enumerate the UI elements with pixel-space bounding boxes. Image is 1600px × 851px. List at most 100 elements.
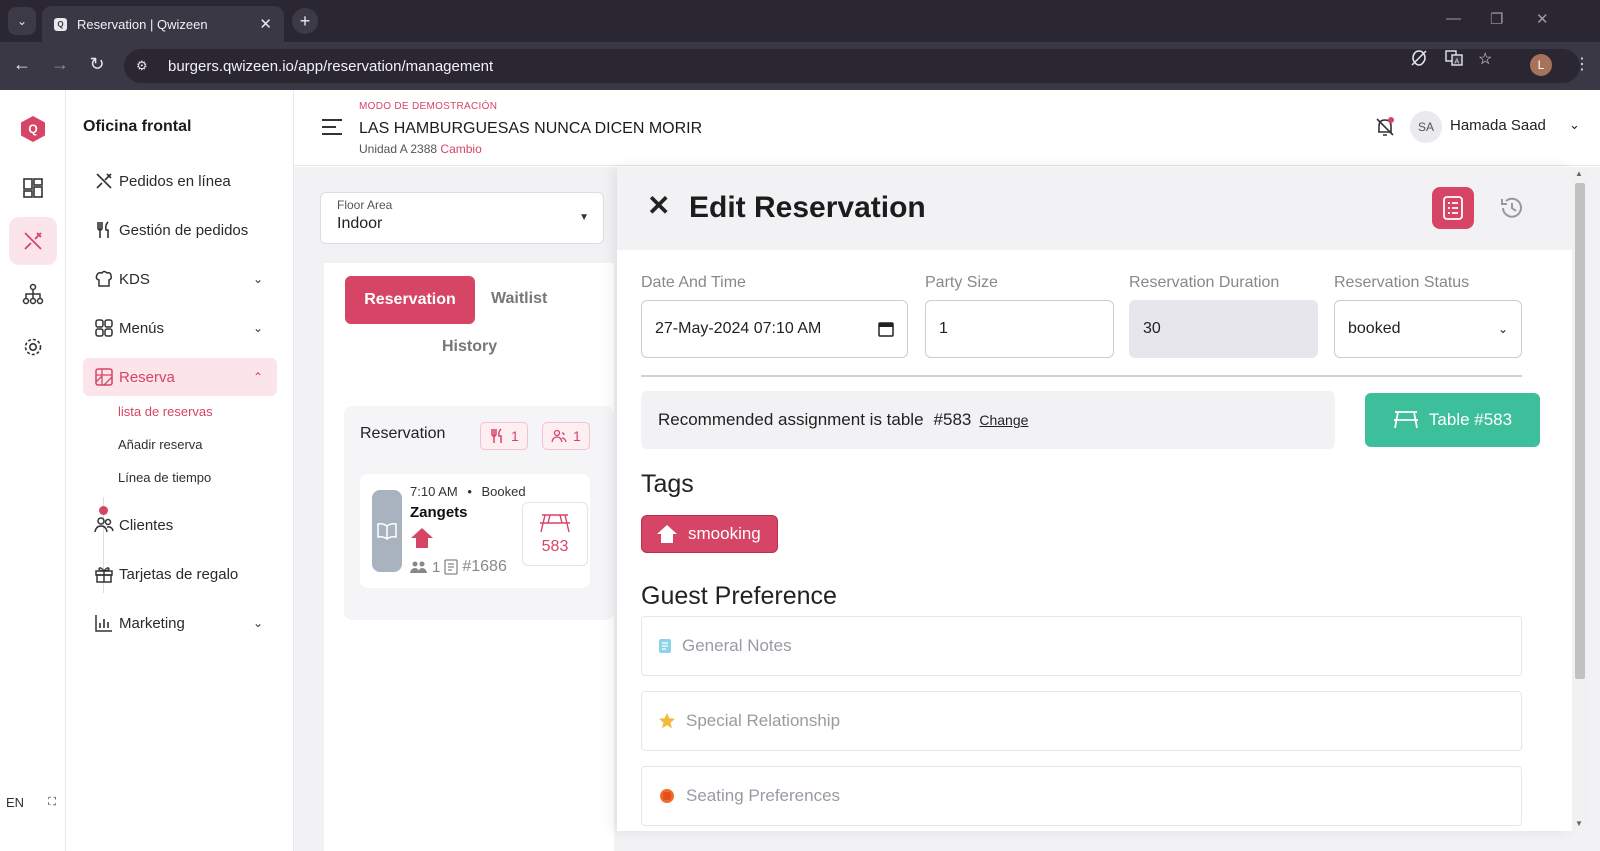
submenu-reservation-list[interactable]: lista de reservas — [118, 404, 213, 419]
app-logo[interactable]: Q — [21, 116, 45, 142]
tab-reservation[interactable]: Reservation — [345, 276, 475, 324]
table-button-label: Table #583 — [1428, 410, 1513, 429]
rail-hierarchy-icon[interactable] — [9, 270, 57, 318]
floor-area-label: Floor Area — [337, 198, 393, 212]
tab-close-icon[interactable]: ✕ — [259, 15, 272, 33]
rail-settings-icon[interactable] — [9, 323, 57, 371]
reservation-time-line: 7:10 AM • Booked — [410, 484, 526, 499]
house-icon — [657, 525, 677, 543]
tab-history[interactable]: History — [442, 338, 497, 356]
chevron-down-icon: ⌄ — [252, 272, 263, 286]
scroll-down-icon[interactable]: ▼ — [1575, 819, 1583, 828]
tab-waitlist[interactable]: Waitlist — [491, 290, 547, 308]
date-time-input[interactable]: 27-May-2024 07:10 AM — [641, 300, 908, 358]
reservation-item[interactable]: 7:10 AM • Booked Zangets 1 #1686 583 — [360, 474, 590, 588]
change-table-link[interactable]: Change — [979, 412, 1028, 428]
menu-toggle-icon[interactable] — [322, 119, 342, 140]
sidebar-item-kds[interactable]: KDS ⌄ — [83, 260, 277, 298]
status-select[interactable]: booked ⌄ — [1334, 300, 1522, 358]
forward-icon[interactable]: → — [48, 54, 72, 75]
user-name[interactable]: Hamada Saad — [1450, 117, 1546, 134]
site-info-icon[interactable]: ⚙ — [136, 58, 156, 74]
grid-icon — [93, 317, 115, 339]
window-close-icon[interactable]: ✕ — [1536, 10, 1549, 28]
translate-icon[interactable]: A — [1445, 49, 1463, 72]
app-header: MODO DE DEMOSTRACIÓN LAS HAMBURGUESAS NU… — [294, 90, 1600, 166]
submenu-timeline[interactable]: Línea de tiempo — [118, 470, 211, 485]
svg-text:A: A — [1455, 59, 1460, 66]
pref-seating[interactable]: Seating Preferences — [641, 766, 1522, 826]
bookmark-star-icon[interactable]: ☆ — [1478, 49, 1492, 69]
sidebar-item-reservation[interactable]: Reserva ⌃ — [83, 358, 277, 396]
language-switcher[interactable]: EN ⛶ — [6, 790, 56, 814]
reservation-time: 7:10 AM — [410, 484, 458, 499]
tag-label: smooking — [688, 524, 761, 543]
sidebar-title: Oficina frontal — [83, 118, 192, 135]
chevron-down-icon: ⌄ — [252, 616, 263, 630]
drawer-scrollbar[interactable]: ▲ ▼ — [1572, 167, 1588, 831]
sidebar-item-marketing[interactable]: Marketing ⌄ — [83, 604, 277, 642]
party-count: 1 — [432, 558, 441, 576]
recommended-table: #583 — [933, 410, 972, 429]
sidebar-item-gift-cards[interactable]: Tarjetas de regalo — [83, 555, 277, 593]
notifications-off-icon[interactable] — [1374, 116, 1396, 138]
sidebar-item-order-management[interactable]: Gestión de pedidos — [83, 211, 277, 249]
seat-icon — [660, 789, 674, 803]
scroll-up-icon[interactable]: ▲ — [1575, 169, 1583, 178]
users-icon — [93, 514, 115, 536]
sidebar-item-label: Gestión de pedidos — [119, 221, 249, 239]
scroll-thumb[interactable] — [1575, 183, 1585, 679]
chevron-up-icon: ⌃ — [252, 370, 263, 384]
minimize-icon[interactable]: — — [1446, 10, 1461, 27]
tag-smoking[interactable]: smooking — [641, 515, 778, 553]
close-icon[interactable]: ✕ — [647, 189, 670, 222]
calendar-icon[interactable] — [878, 321, 894, 337]
address-bar[interactable]: ⚙ burgers.qwizeen.io/app/reservation/man… — [124, 49, 1580, 83]
table-number: 583 — [541, 538, 569, 555]
party-size-value: 1 — [939, 320, 948, 337]
history-view-button[interactable] — [1495, 191, 1529, 225]
submenu-add-reservation[interactable]: Añadir reserva — [118, 437, 203, 452]
pref-label: Special Relationship — [686, 711, 841, 730]
pref-general-notes[interactable]: General Notes — [641, 616, 1522, 676]
unit-label: Unidad A 2388 — [359, 142, 438, 156]
rail-dashboard-icon[interactable] — [9, 164, 57, 212]
floor-area-value: Indoor — [337, 215, 383, 232]
pref-label: General Notes — [682, 636, 792, 655]
party-size-input[interactable]: 1 — [925, 300, 1114, 358]
rail-frontoffice-icon[interactable] — [9, 217, 57, 265]
browser-menu-icon[interactable]: ⋮ — [1574, 54, 1590, 74]
tab-search-button[interactable]: ⌄ — [8, 7, 36, 35]
details-view-button[interactable] — [1432, 187, 1474, 229]
reload-icon[interactable]: ↻ — [85, 54, 109, 75]
recommendation-text: Recommended assignment is table — [658, 410, 924, 429]
smoking-tag-icon — [410, 527, 434, 549]
caret-down-icon: ▼ — [579, 212, 589, 223]
back-icon[interactable]: ← — [10, 54, 34, 75]
chevron-down-icon: ⌄ — [1497, 322, 1508, 336]
table-assign-button[interactable]: Table #583 — [1365, 393, 1540, 447]
floor-area-select[interactable]: Floor Area Indoor ▼ — [320, 192, 604, 244]
pref-special-relationship[interactable]: Special Relationship — [641, 691, 1522, 751]
users-icon — [551, 429, 567, 443]
sidebar-item-customers[interactable]: Clientes — [83, 506, 277, 544]
assigned-table: 583 — [522, 502, 588, 566]
book-icon — [372, 490, 402, 572]
restore-icon[interactable]: ❐ — [1490, 10, 1503, 28]
new-tab-button[interactable]: + — [292, 8, 318, 34]
browser-tab[interactable]: Q Reservation | Qwizeen ✕ — [42, 6, 284, 42]
profile-avatar[interactable]: L — [1530, 54, 1552, 76]
tags-heading: Tags — [641, 470, 694, 498]
sidebar-item-label: Reserva — [119, 368, 175, 386]
party-icon — [410, 561, 427, 573]
tracking-protection-icon[interactable] — [1410, 49, 1428, 72]
list-document-icon — [1443, 196, 1463, 220]
sidebar-item-menus[interactable]: Menús ⌄ — [83, 309, 277, 347]
user-avatar[interactable]: SA — [1410, 111, 1442, 143]
note-icon — [659, 639, 671, 653]
sidebar-item-online-orders[interactable]: Pedidos en línea — [83, 162, 277, 200]
chevron-down-icon[interactable]: ⌄ — [1569, 117, 1580, 133]
change-unit-link[interactable]: Cambio — [440, 142, 481, 156]
url-text: burgers.qwizeen.io/app/reservation/manag… — [168, 57, 494, 75]
reservation-panel: Reservation Waitlist History Reservation… — [324, 263, 614, 851]
